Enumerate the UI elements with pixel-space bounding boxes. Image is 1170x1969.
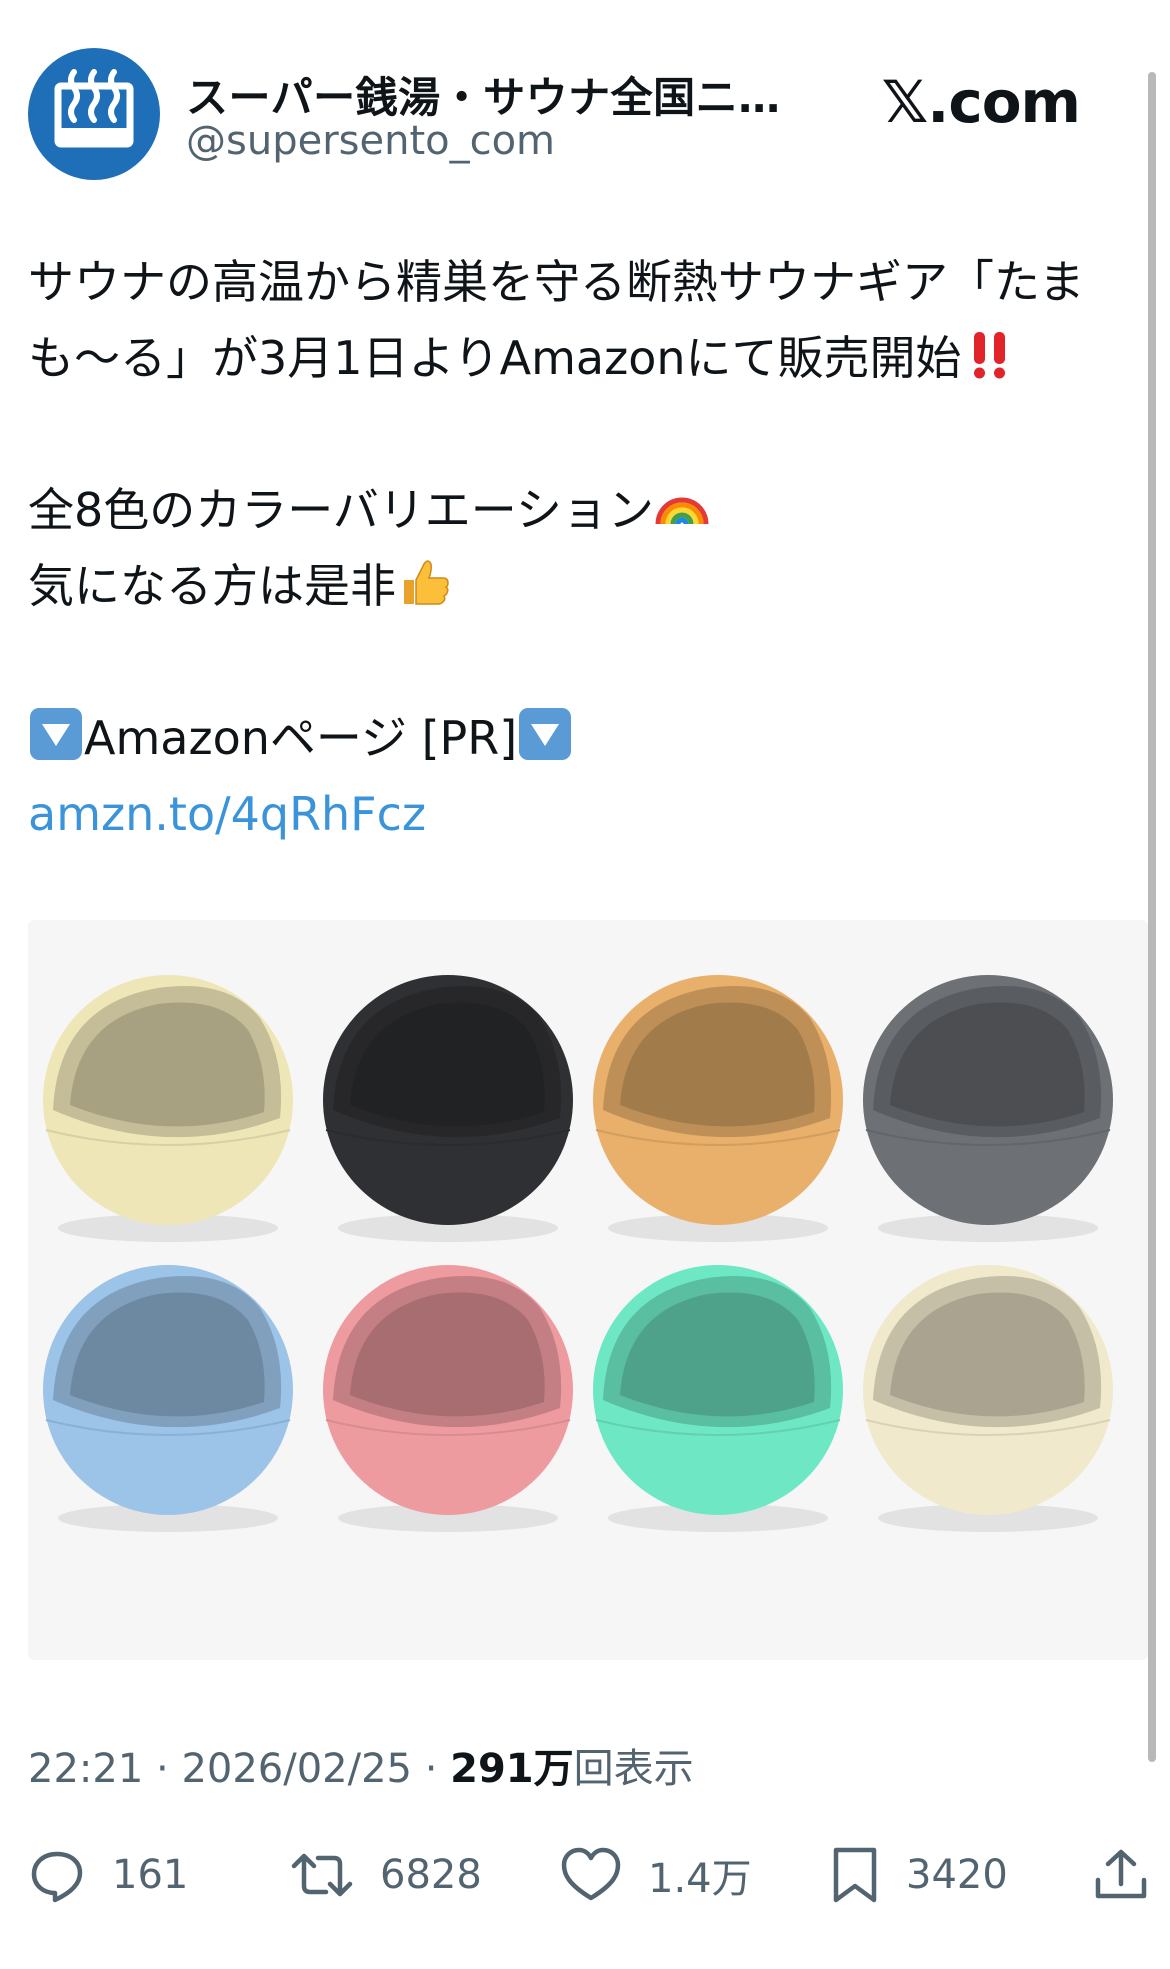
bowl-pink	[323, 1265, 573, 1532]
bookmark-count: 3420	[906, 1852, 1008, 1898]
avatar[interactable]	[28, 48, 160, 180]
share-button[interactable]	[1092, 1820, 1170, 1930]
like-count: 1.4万	[648, 1856, 752, 1902]
bookmark-button[interactable]: 3420	[830, 1820, 1008, 1930]
bowl-mint	[593, 1265, 843, 1532]
view-count: 291万	[450, 1746, 574, 1792]
repost-icon	[291, 1853, 353, 1897]
amazon-link[interactable]: amzn.to/4qRhFcz	[28, 787, 426, 841]
reply-count: 161	[112, 1852, 189, 1898]
tweet-line: 気になる方は是非	[28, 548, 1128, 624]
tweet-line-text: も〜る」が3月1日よりAmazonにて販売開始	[28, 331, 962, 385]
bowl-black	[323, 975, 573, 1242]
tweet-time: 22:21	[28, 1746, 144, 1792]
rainbow-icon	[654, 478, 710, 534]
share-icon	[1095, 1849, 1147, 1899]
bowl-cream	[43, 975, 293, 1242]
action-bar: 161 6828 1.4万 3420	[0, 1820, 1170, 1930]
tweet-line: 全8色のカラーバリエーション	[28, 472, 1128, 548]
reply-button[interactable]: 161	[28, 1820, 188, 1930]
tweet-line: amzn.to/4qRhFcz	[28, 776, 1128, 852]
bowl-orange	[593, 975, 843, 1242]
tweet-line-text: Amazonページ [PR]	[84, 711, 518, 765]
double-exclamation-icon	[962, 326, 1018, 382]
product-photo[interactable]	[28, 920, 1148, 1660]
reply-icon	[31, 1851, 83, 1903]
heart-icon	[561, 1847, 621, 1901]
bowl-blue	[43, 1265, 293, 1532]
scrollbar[interactable]	[1148, 72, 1156, 1762]
tweet-header: スーパー銭湯・サウナ全国ニ… @supersento_com 𝕏.com	[28, 46, 1142, 186]
tweet-line-text: 気になる方は是非	[28, 559, 396, 613]
x-logo[interactable]: 𝕏.com	[882, 68, 1081, 136]
tweet-date[interactable]: 2026/02/25	[181, 1746, 412, 1792]
tweet-line-text: 全8色のカラーバリエーション	[28, 483, 654, 537]
repost-count: 6828	[380, 1852, 482, 1898]
bowl-gray	[863, 975, 1113, 1242]
bookmark-icon	[833, 1847, 877, 1903]
display-name[interactable]: スーパー銭湯・サウナ全国ニ…	[186, 64, 781, 125]
thumbs-up-icon	[396, 554, 452, 610]
product-photo-image	[43, 975, 1113, 1532]
view-label: 回表示	[573, 1746, 694, 1792]
tweet-line: サウナの高温から精巣を守る断熱サウナギア「たま	[28, 255, 1085, 309]
tweet-line: も〜る」が3月1日よりAmazonにて販売開始	[28, 320, 1128, 396]
down-triangle-button-icon	[28, 706, 84, 762]
like-button[interactable]: 1.4万	[560, 1820, 752, 1930]
user-handle[interactable]: @supersento_com	[186, 118, 555, 164]
down-triangle-button-icon	[517, 706, 573, 762]
bowl-ivory	[863, 1265, 1113, 1532]
tweet-meta: 22:21 · 2026/02/25 · 291万回表示	[28, 1746, 694, 1792]
tweet-line: Amazonページ [PR]	[28, 700, 1128, 776]
tweet-text: サウナの高温から精巣を守る断熱サウナギア「たま も〜る」が3月1日よりAmazo…	[28, 244, 1128, 852]
hot-spring-icon	[54, 69, 134, 148]
repost-button[interactable]: 6828	[290, 1820, 482, 1930]
